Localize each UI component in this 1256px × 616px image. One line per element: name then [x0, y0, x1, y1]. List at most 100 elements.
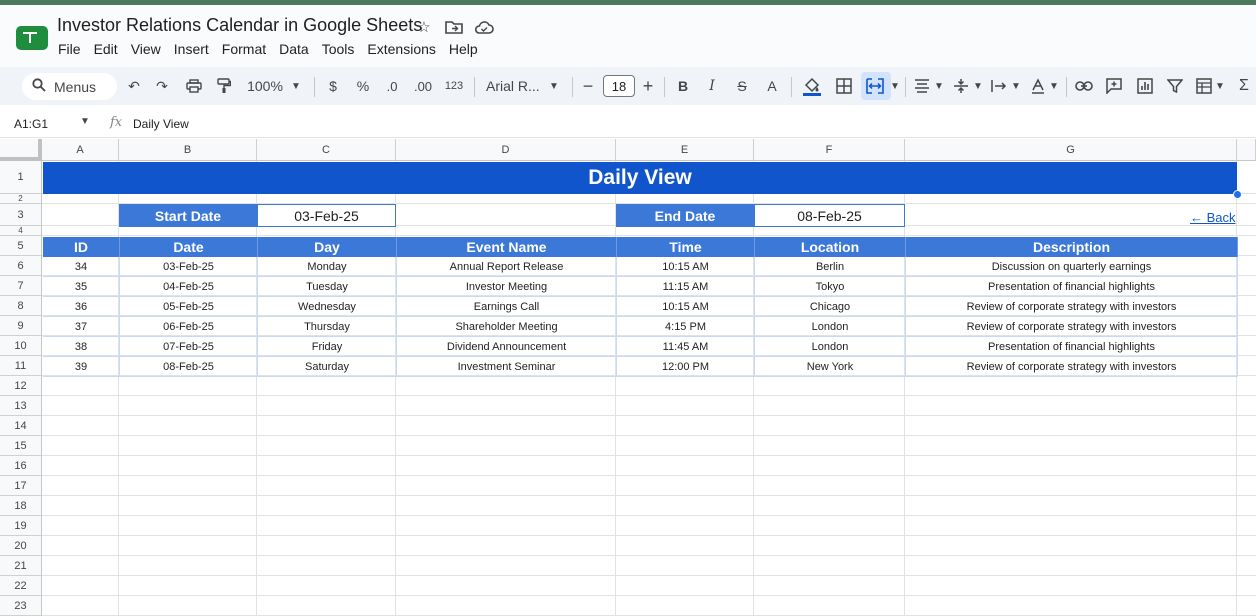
wrap-chevron-down-icon[interactable]: ▼ — [1010, 67, 1022, 105]
insert-chart-icon[interactable] — [1134, 67, 1156, 105]
font-family-select[interactable]: Arial R... — [486, 67, 542, 105]
table-cell-date[interactable]: 06-Feb-25 — [120, 317, 258, 337]
valign-chevron-down-icon[interactable]: ▼ — [972, 67, 984, 105]
table-row[interactable]: 38 07-Feb-25 Friday Dividend Announcement 11… — [43, 337, 1238, 357]
table-header-time[interactable]: Time — [617, 237, 755, 257]
functions-icon[interactable]: Σ — [1234, 67, 1254, 105]
row-header-4[interactable]: 4 — [0, 226, 42, 236]
table-cell-event-name[interactable]: Investor Meeting — [397, 277, 617, 297]
table-header-location[interactable]: Location — [755, 237, 906, 257]
more-formats-button[interactable]: 123 — [442, 67, 466, 105]
table-header-event-name[interactable]: Event Name — [397, 237, 617, 257]
row-header-19[interactable]: 19 — [0, 516, 42, 536]
currency-format-button[interactable]: $ — [324, 67, 342, 105]
print-icon[interactable] — [183, 67, 205, 105]
table-cell-event-name[interactable]: Earnings Call — [397, 297, 617, 317]
column-header-c[interactable]: C — [257, 139, 396, 161]
bold-button[interactable]: B — [674, 67, 692, 105]
table-cell-id[interactable]: 37 — [43, 317, 120, 337]
row-header-16[interactable]: 16 — [0, 456, 42, 476]
text-wrapping-icon[interactable] — [989, 67, 1009, 105]
row-header-3[interactable]: 3 — [0, 204, 42, 226]
column-header-b[interactable]: B — [119, 139, 257, 161]
move-folder-icon[interactable] — [444, 17, 464, 37]
borders-icon[interactable] — [833, 67, 855, 105]
row-header-8[interactable]: 8 — [0, 296, 42, 316]
insert-comment-icon[interactable] — [1103, 67, 1125, 105]
table-header-id[interactable]: ID — [43, 237, 120, 257]
table-row[interactable]: 35 04-Feb-25 Tuesday Investor Meeting 11:15 … — [43, 277, 1238, 297]
table-cell-event-name[interactable]: Dividend Announcement — [397, 337, 617, 357]
row-header-21[interactable]: 21 — [0, 556, 42, 576]
end-date-value[interactable]: 08-Feb-25 — [754, 204, 905, 227]
row-header-10[interactable]: 10 — [0, 336, 42, 356]
table-cell-time[interactable]: 10:15 AM — [617, 297, 755, 317]
start-date-value[interactable]: 03-Feb-25 — [257, 204, 396, 227]
menu-tools[interactable]: Tools — [322, 41, 355, 57]
column-header-g[interactable]: G — [905, 139, 1237, 161]
undo-icon[interactable]: ↶ — [124, 67, 144, 105]
table-cell-date[interactable]: 05-Feb-25 — [120, 297, 258, 317]
table-cell-location[interactable]: London — [755, 317, 906, 337]
row-header-14[interactable]: 14 — [0, 416, 42, 436]
table-cell-event-name[interactable]: Annual Report Release — [397, 257, 617, 277]
table-header-day[interactable]: Day — [258, 237, 397, 257]
row-header-11[interactable]: 11 — [0, 356, 42, 376]
row-header-22[interactable]: 22 — [0, 576, 42, 596]
merge-chevron-down-icon[interactable]: ▼ — [889, 67, 901, 105]
row-header-6[interactable]: 6 — [0, 256, 42, 276]
row-header-9[interactable]: 9 — [0, 316, 42, 336]
row-header-13[interactable]: 13 — [0, 396, 42, 416]
table-cell-location[interactable]: Berlin — [755, 257, 906, 277]
table-cell-description[interactable]: Presentation of financial highlights — [906, 337, 1238, 357]
filter-icon[interactable] — [1164, 67, 1186, 105]
row-header-7[interactable]: 7 — [0, 276, 42, 296]
table-row[interactable]: 36 05-Feb-25 Wednesday Earnings Call 10:15 A… — [43, 297, 1238, 317]
menu-format[interactable]: Format — [222, 41, 266, 57]
vertical-align-icon[interactable] — [951, 67, 971, 105]
rotation-chevron-down-icon[interactable]: ▼ — [1048, 67, 1060, 105]
table-cell-time[interactable]: 10:15 AM — [617, 257, 755, 277]
table-cell-day[interactable]: Monday — [258, 257, 397, 277]
select-all-corner[interactable] — [0, 139, 42, 161]
table-cell-time[interactable]: 11:15 AM — [617, 277, 755, 297]
filter-views-chevron-down-icon[interactable]: ▼ — [1214, 67, 1226, 105]
row-header-18[interactable]: 18 — [0, 496, 42, 516]
table-cell-description[interactable]: Review of corporate strategy with invest… — [906, 297, 1238, 317]
name-box[interactable]: A1:G1 — [14, 117, 48, 131]
row-header-1[interactable]: 1 — [0, 161, 42, 194]
menu-extensions[interactable]: Extensions — [367, 41, 435, 57]
decrease-decimal-button[interactable]: .0 — [381, 67, 403, 105]
filter-views-icon[interactable] — [1193, 67, 1215, 105]
paint-format-icon[interactable] — [213, 67, 235, 105]
name-box-chevron-down-icon[interactable]: ▼ — [80, 116, 90, 127]
table-cell-day[interactable]: Friday — [258, 337, 397, 357]
column-header-d[interactable]: D — [396, 139, 616, 161]
row-header-17[interactable]: 17 — [0, 476, 42, 496]
table-cell-description[interactable]: Review of corporate strategy with invest… — [906, 357, 1238, 377]
menu-view[interactable]: View — [131, 41, 161, 57]
increase-decimal-button[interactable]: .00 — [411, 67, 435, 105]
table-cell-date[interactable]: 04-Feb-25 — [120, 277, 258, 297]
menu-edit[interactable]: Edit — [94, 41, 118, 57]
row-header-20[interactable]: 20 — [0, 536, 42, 556]
table-cell-location[interactable]: London — [755, 337, 906, 357]
table-cell-id[interactable]: 35 — [43, 277, 120, 297]
table-cell-description[interactable]: Review of corporate strategy with invest… — [906, 317, 1238, 337]
font-chevron-down-icon[interactable]: ▼ — [547, 67, 561, 105]
horizontal-align-icon[interactable] — [912, 67, 932, 105]
italic-button[interactable]: I — [703, 67, 721, 105]
table-cell-day[interactable]: Saturday — [258, 357, 397, 377]
table-cell-location[interactable]: Tokyo — [755, 277, 906, 297]
fill-color-icon[interactable] — [801, 67, 823, 105]
daily-view-title[interactable]: Daily View — [43, 162, 1237, 194]
text-rotation-icon[interactable] — [1028, 67, 1048, 105]
row-header-2[interactable]: 2 — [0, 194, 42, 204]
zoom-chevron-down-icon[interactable]: ▼ — [289, 67, 303, 105]
menu-help[interactable]: Help — [449, 41, 478, 57]
table-cell-description[interactable]: Discussion on quarterly earnings — [906, 257, 1238, 277]
search-menus-button[interactable]: Menus — [22, 73, 117, 100]
zoom-select[interactable]: 100% — [245, 67, 285, 105]
table-cell-day[interactable]: Thursday — [258, 317, 397, 337]
merge-cells-icon[interactable] — [864, 67, 886, 105]
